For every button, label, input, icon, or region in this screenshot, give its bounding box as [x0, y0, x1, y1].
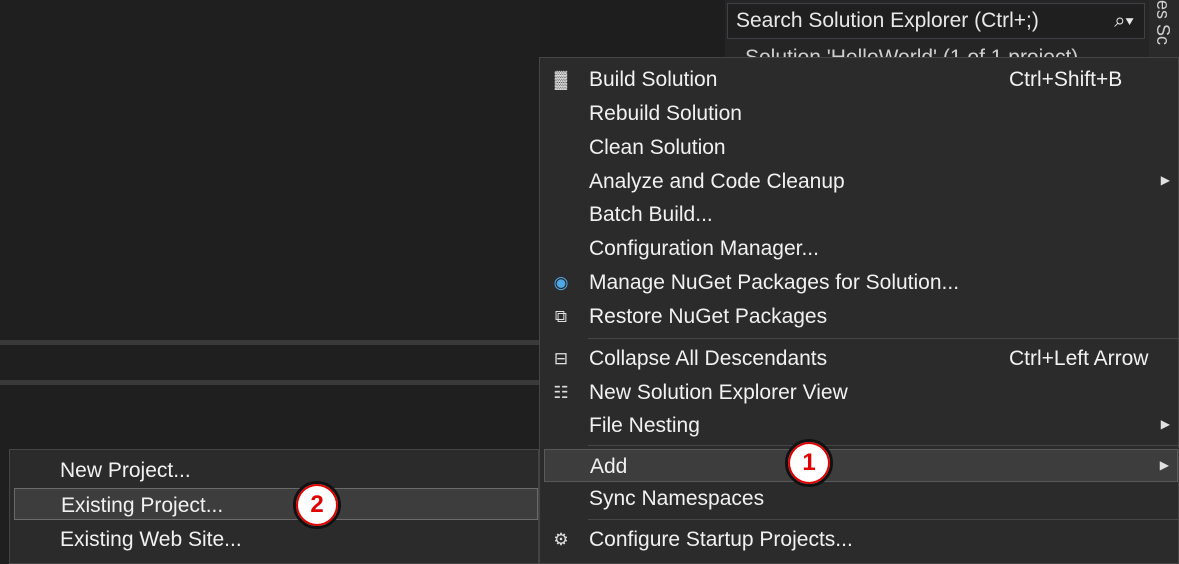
menu-item-label: Restore NuGet Packages	[589, 305, 828, 328]
build-icon: ▓	[554, 70, 568, 89]
menu-item-label: Sync Namespaces	[589, 487, 765, 510]
callout-number: 1	[802, 449, 816, 476]
submenu-arrow-icon: ▶	[1159, 458, 1169, 472]
menu-item-clean-solution[interactable]: Clean Solution	[544, 131, 1178, 164]
menu-item-label: Configure Startup Projects...	[589, 528, 853, 551]
submenu-item-label: Existing Web Site...	[60, 528, 242, 551]
collapse-icon: ⊟	[553, 349, 569, 368]
menu-item-collapse-all[interactable]: ⊟ Collapse All Descendants Ctrl+Left Arr…	[544, 342, 1178, 375]
menu-item-label: New Solution Explorer View	[589, 381, 848, 404]
submenu-item-existing-web-site[interactable]: Existing Web Site...	[14, 523, 538, 555]
menu-item-restore-nuget[interactable]: ⧉ Restore NuGet Packages	[544, 300, 1178, 333]
menu-item-label: Clean Solution	[589, 136, 726, 159]
menu-item-new-solution-explorer-view[interactable]: ☷ New Solution Explorer View	[544, 376, 1178, 409]
menu-item-configure-startup-projects[interactable]: ⚙ Configure Startup Projects...	[544, 523, 1178, 556]
menu-item-manage-nuget[interactable]: ◉ Manage NuGet Packages for Solution...	[544, 266, 1178, 299]
menu-separator	[588, 519, 1178, 520]
menu-item-label: Batch Build...	[589, 203, 713, 226]
menu-item-label: Build Solution	[589, 68, 718, 91]
menu-item-label: Manage NuGet Packages for Solution...	[589, 271, 960, 294]
menu-item-add[interactable]: Add ▶	[544, 449, 1178, 482]
menu-item-label: Collapse All Descendants	[589, 347, 828, 370]
menu-item-rebuild-solution[interactable]: Rebuild Solution	[544, 97, 1178, 130]
menu-item-label: Analyze and Code Cleanup	[589, 170, 845, 193]
menu-item-label: File Nesting	[589, 414, 700, 437]
submenu-item-label: New Project...	[60, 459, 191, 482]
step-callout-2: 2	[293, 481, 341, 529]
gear-icon: ⚙	[553, 530, 569, 549]
menu-item-sync-namespaces[interactable]: Sync Namespaces	[544, 482, 1178, 515]
search-input[interactable]: Search Solution Explorer (Ctrl+;) ⌕▾	[727, 3, 1145, 39]
submenu-item-label: Existing Project...	[61, 494, 224, 517]
side-tab-label[interactable]: es Sc	[1152, 0, 1173, 45]
panel-divider[interactable]	[0, 340, 540, 345]
menu-item-build-solution[interactable]: ▓ Build Solution Ctrl+Shift+B	[544, 63, 1178, 96]
menu-separator	[588, 338, 1178, 339]
submenu-arrow-icon: ▶	[1160, 173, 1170, 187]
search-placeholder[interactable]: Search Solution Explorer (Ctrl+;)	[736, 9, 1104, 33]
add-submenu: New Project... Existing Project... Exist…	[9, 449, 539, 564]
nuget-icon: ◉	[553, 273, 569, 292]
menu-separator	[588, 445, 1178, 446]
menu-item-file-nesting[interactable]: File Nesting ▶	[544, 409, 1178, 442]
callout-number: 2	[310, 491, 324, 518]
menu-item-shortcut: Ctrl+Shift+B	[1009, 68, 1123, 91]
menu-item-batch-build[interactable]: Batch Build...	[544, 198, 1178, 231]
new-view-icon: ☷	[553, 383, 569, 402]
menu-item-label: Rebuild Solution	[589, 102, 742, 125]
panel-divider[interactable]	[0, 380, 540, 385]
step-callout-1: 1	[785, 439, 833, 487]
submenu-item-new-project[interactable]: New Project...	[14, 454, 538, 486]
menu-item-label: Configuration Manager...	[589, 237, 819, 260]
menu-item-label: Add	[590, 455, 628, 478]
solution-context-menu: ▓ Build Solution Ctrl+Shift+B Rebuild So…	[539, 57, 1179, 564]
submenu-item-existing-project[interactable]: Existing Project...	[14, 488, 538, 520]
restore-icon: ⧉	[554, 307, 568, 326]
submenu-arrow-icon: ▶	[1160, 417, 1170, 431]
menu-item-shortcut: Ctrl+Left Arrow	[1009, 347, 1149, 370]
search-icon[interactable]: ⌕▾	[1104, 10, 1144, 33]
menu-item-configuration-manager[interactable]: Configuration Manager...	[544, 232, 1178, 265]
menu-item-analyze-code-cleanup[interactable]: Analyze and Code Cleanup ▶	[544, 165, 1178, 198]
